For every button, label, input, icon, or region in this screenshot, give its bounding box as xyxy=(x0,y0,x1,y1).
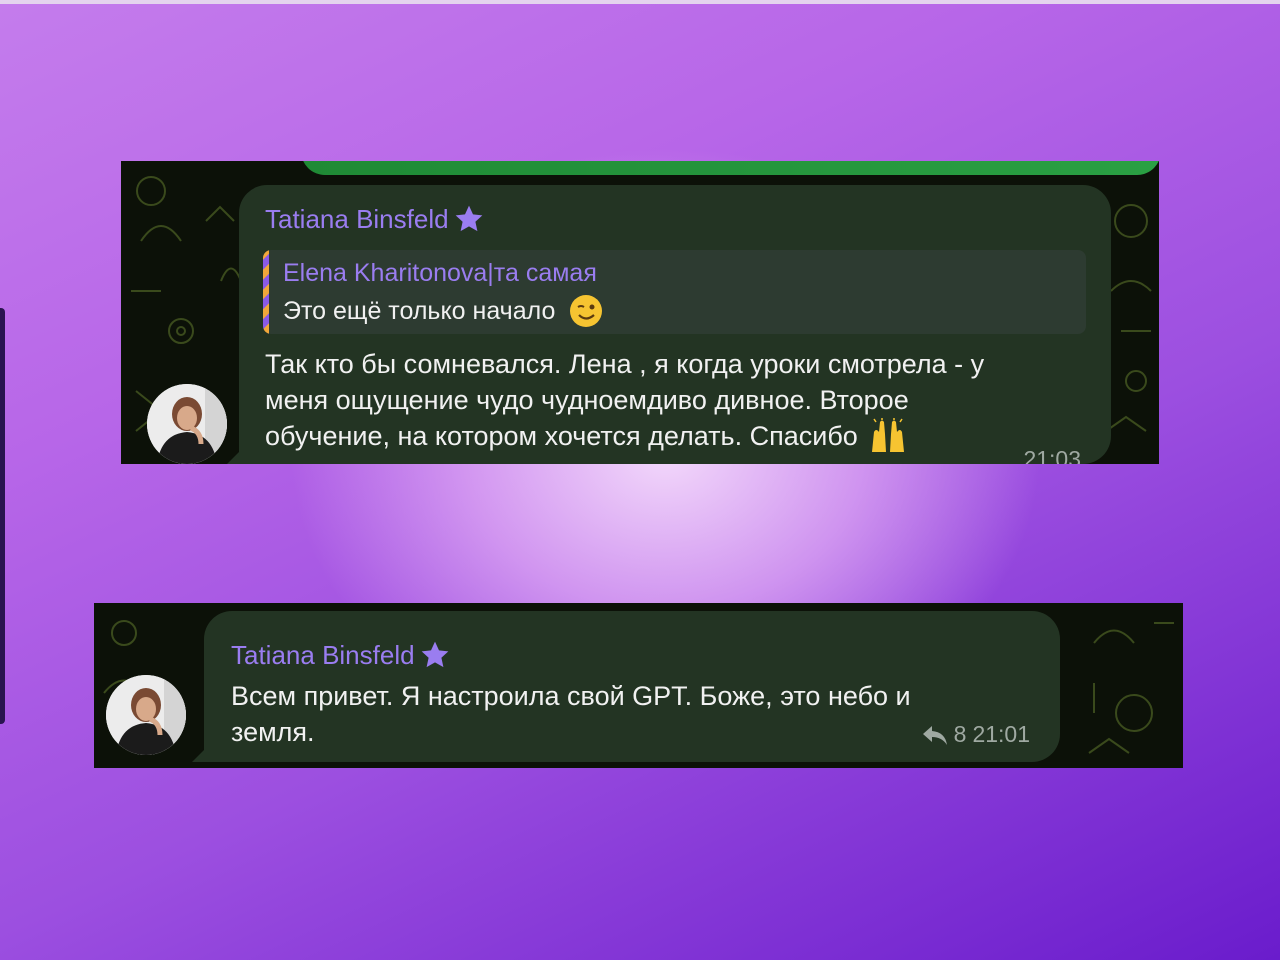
reply-text-content: Это ещё только начало xyxy=(283,296,556,325)
message-line-text: обучение, на котором хочется делать. Спа… xyxy=(265,421,858,451)
raising-hands-icon xyxy=(871,418,904,452)
quoted-reply[interactable]: Elena Kharitonova|та самая Это ещё тольк… xyxy=(263,250,1086,334)
message-line: меня ощущение чудо чудноемдиво дивное. В… xyxy=(265,385,909,415)
star-icon xyxy=(421,641,448,668)
sender-name-text[interactable]: Tatiana Binsfeld xyxy=(231,640,415,671)
message-time: 21:03 xyxy=(1023,446,1081,464)
message-bubble[interactable]: Tatiana Binsfeld Всем привет. Я настроил… xyxy=(204,611,1060,762)
winking-face-icon xyxy=(570,295,603,327)
chat-screenshot-1: Tatiana Binsfeld Elena Kharitonova|та са… xyxy=(121,161,1159,464)
chat-screenshot-2: Tatiana Binsfeld Всем привет. Я настроил… xyxy=(94,603,1183,768)
avatar[interactable] xyxy=(147,384,227,464)
top-edge-strip xyxy=(0,0,1280,4)
left-edge-shadow xyxy=(0,308,5,724)
message-text: Так кто бы сомневался. Лена , я когда ур… xyxy=(265,346,1095,454)
reply-arrow-icon[interactable] xyxy=(922,724,948,746)
sender-name[interactable]: Tatiana Binsfeld xyxy=(231,639,451,671)
message-meta: 8 21:01 xyxy=(922,721,1030,748)
avatar[interactable] xyxy=(106,675,186,755)
reply-author: Elena Kharitonova|та самая xyxy=(283,259,597,287)
message-time: 21:01 xyxy=(972,721,1030,747)
sender-name-text[interactable]: Tatiana Binsfeld xyxy=(265,204,449,235)
message-line: Всем привет. Я настроила свой GPT. Боже,… xyxy=(231,681,911,711)
message-bubble[interactable]: Tatiana Binsfeld Elena Kharitonova|та са… xyxy=(239,185,1111,464)
reply-accent-bar xyxy=(263,250,269,334)
message-line: Так кто бы сомневался. Лена , я когда ур… xyxy=(265,349,985,379)
reply-count[interactable]: 8 xyxy=(954,721,967,748)
previous-outgoing-bubble xyxy=(301,161,1159,175)
reply-text: Это ещё только начало xyxy=(283,294,603,328)
star-icon xyxy=(455,205,482,232)
message-line-last: обучение, на котором хочется делать. Спа… xyxy=(265,418,1095,454)
sender-name[interactable]: Tatiana Binsfeld xyxy=(265,203,485,235)
